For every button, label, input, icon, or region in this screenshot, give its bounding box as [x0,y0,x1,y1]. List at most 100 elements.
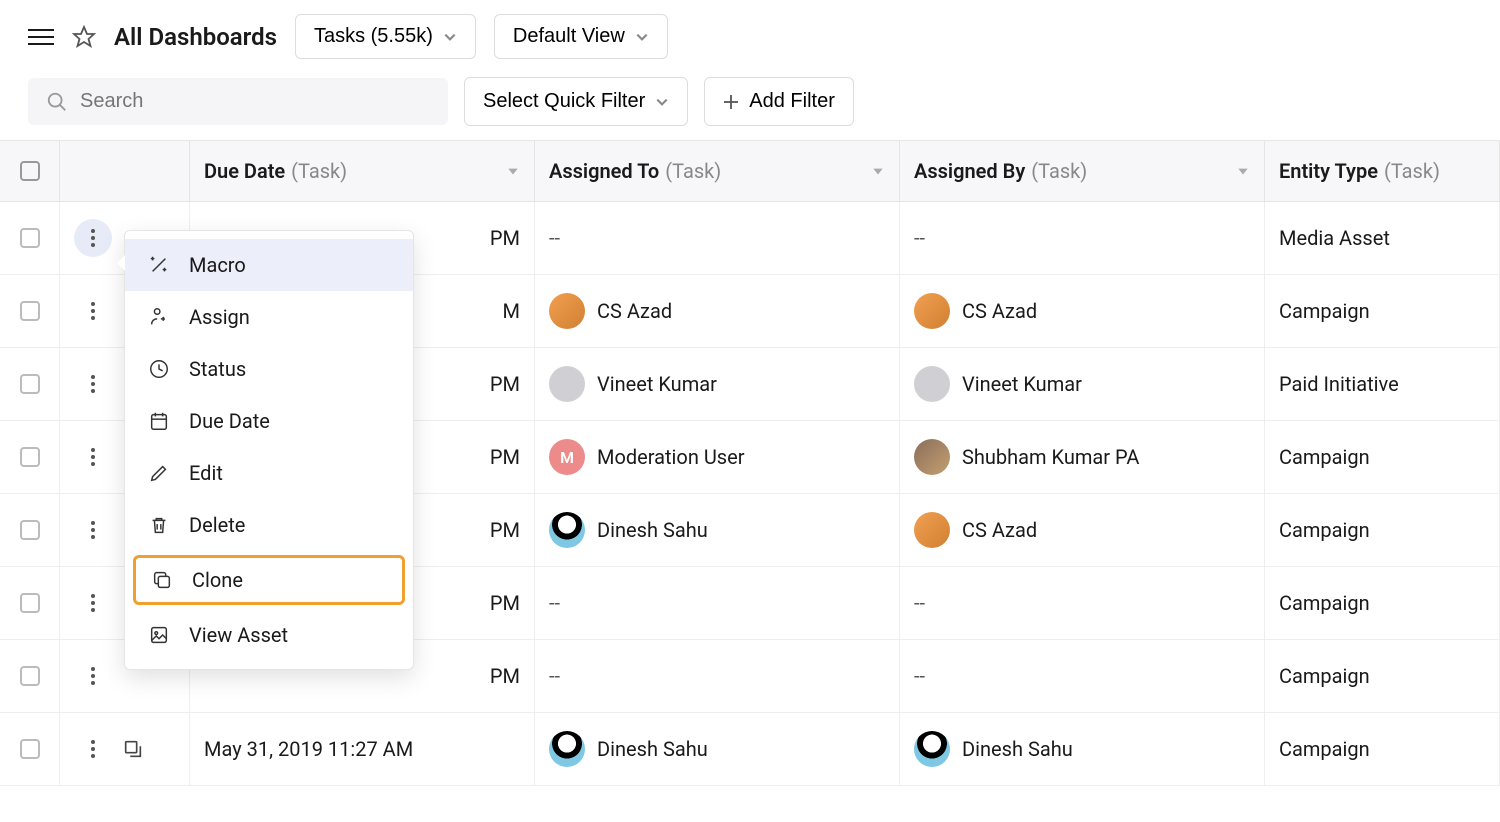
row-checkbox[interactable] [20,520,40,540]
row-checkbox[interactable] [20,666,40,686]
row-menu-button[interactable] [74,584,112,622]
quick-filter-dropdown[interactable]: Select Quick Filter [464,77,688,126]
empty-value: -- [549,591,560,615]
empty-value: -- [914,591,925,615]
chevron-down-icon [635,30,649,44]
dots-icon [91,448,95,466]
chevron-down-icon [655,95,669,109]
user-name: Dinesh Sahu [597,737,708,761]
dots-icon [91,667,95,685]
row-checkbox-cell [0,494,60,566]
row-checkbox[interactable] [20,301,40,321]
search-icon [46,91,68,113]
assigned-to-header[interactable]: Assigned To (Task) [535,141,900,201]
star-icon[interactable] [72,25,96,49]
search-box[interactable] [28,78,448,125]
row-checkbox[interactable] [20,593,40,613]
empty-value: -- [549,226,560,250]
menu-due-date[interactable]: Due Date [125,395,413,447]
person-arrow-icon [147,305,171,329]
user-name: CS Azad [962,518,1037,542]
column-label: Entity Type [1279,159,1378,183]
menu-status[interactable]: Status [125,343,413,395]
menu-label: Status [189,357,246,381]
empty-value: -- [549,664,560,688]
assigned-to-cell: Vineet Kumar [535,348,900,420]
assigned-by-header[interactable]: Assigned By (Task) [900,141,1265,201]
menu-label: Assign [189,305,250,329]
table-header: Due Date (Task) Assigned To (Task) Assig… [0,141,1500,202]
row-menu-button[interactable] [74,511,112,549]
dots-icon [91,375,95,393]
column-sublabel: (Task) [291,159,347,183]
menu-edit[interactable]: Edit [125,447,413,499]
menu-clone[interactable]: Clone [133,555,405,605]
avatar [914,512,950,548]
trash-icon [147,513,171,537]
hamburger-icon[interactable] [28,29,54,45]
assigned-by-cell: -- [900,202,1265,274]
row-checkbox[interactable] [20,447,40,467]
table-row[interactable]: May 31, 2019 11:27 AMDinesh SahuDinesh S… [0,713,1500,786]
row-menu-button[interactable] [74,657,112,695]
dots-icon [91,302,95,320]
clone-icon [150,568,174,592]
image-icon [147,623,171,647]
assigned-to-cell: -- [535,202,900,274]
avatar [914,293,950,329]
search-input[interactable] [80,90,430,113]
caret-down-icon[interactable] [506,164,520,178]
menu-macro[interactable]: Macro [125,239,413,291]
menu-label: Edit [189,461,223,485]
tasks-dropdown[interactable]: Tasks (5.55k) [295,14,476,59]
row-menu-button[interactable] [74,438,112,476]
entity-type-cell: Campaign [1265,494,1500,566]
user-name: Vineet Kumar [597,372,717,396]
row-menu-button[interactable] [74,292,112,330]
page-title: All Dashboards [114,23,277,51]
view-dropdown[interactable]: Default View [494,14,668,59]
assigned-by-cell: -- [900,640,1265,712]
row-checkbox-cell [0,202,60,274]
menu-label: Delete [189,513,245,537]
row-menu-button[interactable] [74,730,112,768]
user-name: Vineet Kumar [962,372,1082,396]
row-menu-button[interactable] [74,219,112,257]
column-sublabel: (Task) [665,159,721,183]
chevron-down-icon [443,30,457,44]
dots-icon [91,521,95,539]
row-checkbox[interactable] [20,374,40,394]
row-actions-cell [60,713,190,785]
add-filter-label: Add Filter [749,90,835,113]
menu-assign[interactable]: Assign [125,291,413,343]
header-bar: All Dashboards Tasks (5.55k) Default Vie… [0,0,1500,73]
entity-type-cell: Campaign [1265,275,1500,347]
assigned-by-cell: -- [900,567,1265,639]
add-filter-button[interactable]: Add Filter [704,77,854,126]
caret-down-icon[interactable] [1236,164,1250,178]
row-menu-button[interactable] [74,365,112,403]
dots-icon [91,740,95,758]
entity-type-header[interactable]: Entity Type (Task) [1265,141,1500,201]
expand-icon[interactable] [122,738,144,760]
plus-icon [723,94,739,110]
assigned-to-cell: -- [535,640,900,712]
caret-down-icon[interactable] [871,164,885,178]
quick-filter-label: Select Quick Filter [483,90,645,113]
assigned-by-cell: Shubham Kumar PA [900,421,1265,493]
select-all-header[interactable] [0,141,60,201]
row-checkbox[interactable] [20,228,40,248]
tasks-count-label: Tasks (5.55k) [314,25,433,48]
calendar-icon [147,409,171,433]
avatar: M [549,439,585,475]
assigned-by-cell: Dinesh Sahu [900,713,1265,785]
assigned-to-cell: Dinesh Sahu [535,494,900,566]
menu-label: View Asset [189,623,288,647]
row-checkbox[interactable] [20,739,40,759]
menu-label: Clone [192,568,243,592]
menu-delete[interactable]: Delete [125,499,413,551]
select-all-checkbox[interactable] [20,161,40,181]
due-date-header[interactable]: Due Date (Task) [190,141,535,201]
menu-label: Macro [189,253,246,277]
menu-view-asset[interactable]: View Asset [125,609,413,661]
